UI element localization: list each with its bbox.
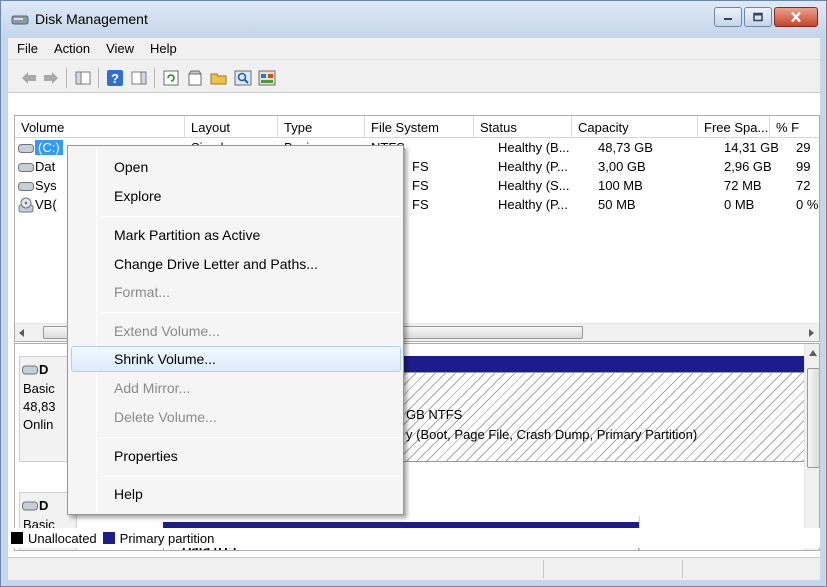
svg-text:?: ?: [111, 71, 119, 86]
drive-icon: [18, 144, 34, 153]
partition-status-label: y (Boot, Page File, Crash Dump, Primary …: [406, 427, 698, 442]
column-volume[interactable]: Volume: [15, 116, 185, 138]
volume-status: Healthy (S...: [498, 178, 570, 193]
column-file-system[interactable]: File System: [365, 116, 474, 138]
volume-status: Healthy (P...: [498, 159, 568, 174]
column-capacity[interactable]: Capacity: [572, 116, 698, 138]
window-title: Disk Management: [35, 11, 148, 27]
legend-primary: Primary partition: [119, 530, 215, 546]
disk-1-label: D: [39, 498, 49, 513]
unallocated-swatch: [11, 532, 23, 544]
volume-free: 72 MB: [724, 178, 762, 193]
menu-help[interactable]: Help: [141, 38, 184, 59]
volume-fs: FS: [412, 159, 429, 174]
vertical-scrollbar[interactable]: [804, 344, 819, 550]
volume-name: Dat: [35, 159, 56, 174]
disk-0-type: Basic: [23, 381, 55, 396]
forward-arrow-icon[interactable]: [42, 69, 60, 87]
menu-bar: File Action View Help: [8, 38, 820, 59]
volume-free: 2,96 GB: [724, 159, 772, 174]
volume-status: Healthy (P...: [498, 197, 568, 212]
status-bar: [8, 557, 820, 580]
menu-item-format[interactable]: Format...: [114, 284, 170, 300]
drive-icon: [18, 163, 34, 172]
volume-free: 14,31 GB: [724, 140, 779, 155]
volume-status: Healthy (B...: [498, 140, 570, 155]
primary-swatch: [102, 532, 115, 544]
volume-free: 0 MB: [724, 197, 755, 212]
volume-capacity: 48,73 GB: [598, 140, 653, 155]
column-free-space[interactable]: Free Spa...: [698, 116, 770, 138]
legend-unallocated: Unallocated: [28, 530, 97, 546]
column-status[interactable]: Status: [474, 116, 572, 138]
column-type[interactable]: Type: [278, 116, 365, 138]
volume-capacity: 3,00 GB: [598, 159, 646, 174]
cd-drive-icon: [18, 197, 34, 213]
toolbar: ?: [8, 59, 820, 93]
menu-item-properties[interactable]: Properties: [114, 448, 178, 464]
properties-icon[interactable]: [186, 69, 204, 87]
disk-0-size: 48,83: [23, 399, 56, 414]
menu-item-open[interactable]: Open: [114, 159, 148, 175]
menu-item-extend-volume[interactable]: Extend Volume...: [114, 323, 220, 339]
back-arrow-icon[interactable]: [20, 69, 38, 87]
scroll-up-icon[interactable]: [809, 350, 817, 356]
minimize-button[interactable]: [714, 7, 742, 27]
drive-icon: [18, 182, 34, 191]
maximize-icon: [753, 12, 763, 22]
scroll-thumb[interactable]: [807, 368, 819, 468]
menu-action[interactable]: Action: [45, 38, 97, 59]
open-icon[interactable]: [210, 69, 228, 87]
column-percent-free[interactable]: % F: [770, 116, 819, 138]
volume-name: (C:): [35, 140, 63, 155]
menu-item-mark-active[interactable]: Mark Partition as Active: [114, 227, 260, 243]
refresh-icon[interactable]: [162, 69, 180, 87]
volume-percent: 99: [796, 159, 811, 174]
close-button[interactable]: [774, 7, 818, 27]
menu-item-add-mirror[interactable]: Add Mirror...: [114, 380, 190, 396]
close-icon: [791, 11, 801, 23]
menu-item-help[interactable]: Help: [114, 486, 143, 502]
scroll-left-icon[interactable]: [19, 329, 25, 337]
partition-fs-label: GB NTFS: [406, 407, 463, 422]
volume-fs: FS: [412, 197, 429, 212]
help-icon[interactable]: ?: [106, 69, 124, 87]
disk-icon: [22, 501, 38, 511]
menu-item-delete-volume[interactable]: Delete Volume...: [114, 409, 217, 425]
minimize-icon: [724, 18, 732, 20]
menu-item-explore[interactable]: Explore: [114, 188, 161, 204]
console-tree-icon[interactable]: [74, 69, 92, 87]
disk-icon: [22, 365, 38, 375]
column-layout[interactable]: Layout: [185, 116, 278, 138]
volume-fs: FS: [412, 178, 429, 193]
volume-percent: 72: [796, 178, 811, 193]
disk-0-label: D: [39, 362, 49, 377]
title-bar[interactable]: Disk Management: [1, 1, 826, 38]
volume-name: VB(: [35, 197, 57, 212]
volume-percent: 0 %: [796, 197, 819, 212]
volume-capacity: 100 MB: [598, 178, 643, 193]
volume-percent: 29: [796, 140, 811, 155]
maximize-button[interactable]: [744, 7, 772, 27]
properties-pane-icon[interactable]: [130, 69, 148, 87]
menu-item-change-drive-letter[interactable]: Change Drive Letter and Paths...: [114, 256, 318, 272]
disk-management-icon: [11, 15, 29, 25]
search-icon[interactable]: [234, 69, 252, 87]
menu-view[interactable]: View: [97, 38, 141, 59]
menu-file[interactable]: File: [8, 38, 45, 59]
legend: Unallocated Primary partition: [8, 528, 820, 548]
scroll-right-icon[interactable]: [809, 329, 815, 337]
volume-capacity: 50 MB: [598, 197, 636, 212]
disk-icon[interactable]: [258, 69, 276, 87]
menu-item-shrink-volume[interactable]: Shrink Volume...: [114, 351, 216, 367]
disk-0-state: Onlin: [23, 417, 54, 432]
volume-list-header: Volume Layout Type File System Status Ca…: [15, 116, 819, 138]
context-menu: Open Explore Mark Partition as Active Ch…: [67, 145, 404, 515]
volume-name: Sys: [35, 178, 57, 193]
